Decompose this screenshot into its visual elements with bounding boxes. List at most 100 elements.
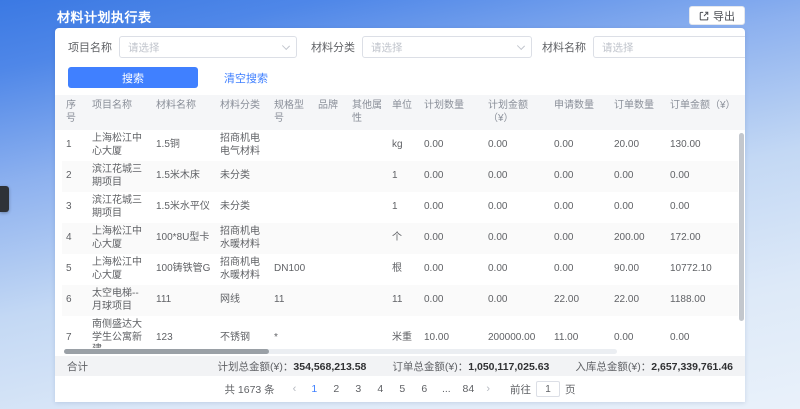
column-header: 项目名称: [88, 95, 152, 130]
filter-label: 材料分类: [311, 39, 355, 55]
goto-page: 前往 页: [510, 381, 576, 397]
column-header: 计划金额（¥）: [484, 95, 550, 130]
next-page-icon[interactable]: ›: [482, 383, 494, 395]
column-header: 品牌: [314, 95, 348, 130]
search-button[interactable]: 搜索: [68, 67, 198, 88]
page-button[interactable]: 6: [416, 383, 432, 395]
table-cell: [314, 298, 348, 304]
table-row: 1上海松江中心大厦1.5铜招商机电 电气材料kg0.000.000.0020.0…: [62, 130, 738, 161]
page-ellipsis[interactable]: ...: [438, 383, 454, 395]
column-header: 材料分类: [216, 95, 270, 130]
table-cell: 0.00: [666, 329, 738, 348]
page-button[interactable]: 84: [460, 383, 476, 395]
page-button[interactable]: 4: [372, 383, 388, 395]
column-header: 订单金额（¥）: [666, 95, 738, 130]
table-cell: 1: [62, 136, 88, 155]
page-button[interactable]: 2: [328, 383, 344, 395]
table-cell: 3: [62, 198, 88, 217]
vertical-scrollbar-thumb[interactable]: [739, 133, 744, 321]
pagination-pages: 123456... 84: [306, 383, 476, 395]
table-cell: 0.00: [550, 136, 610, 155]
table-cell: [348, 236, 388, 242]
table-cell: 根: [388, 260, 420, 279]
column-header: 计划数量: [420, 95, 484, 130]
select-placeholder: 请选择: [128, 40, 160, 55]
table-cell: 10772.10: [666, 260, 738, 279]
column-header: 申请数量: [550, 95, 610, 130]
select-placeholder: 请选择: [371, 40, 403, 55]
filter-project-name: 项目名称 请选择: [68, 36, 311, 58]
page-button[interactable]: 5: [394, 383, 410, 395]
table-cell: 不锈钢: [216, 329, 270, 348]
table-cell: [270, 143, 314, 149]
export-label: 导出: [713, 8, 735, 24]
table-cell: 111: [152, 291, 216, 310]
table-cell: 0.00: [666, 198, 738, 217]
filter-bar: 项目名称 请选择 材料分类 请选择 材料名称 请选择: [55, 28, 745, 58]
filter-label: 项目名称: [68, 39, 112, 55]
table-cell: 11: [270, 291, 314, 310]
table-cell: 4: [62, 229, 88, 248]
table-cell: 0.00: [550, 229, 610, 248]
summary-total: 计划总金额(¥)：354,568,213.58: [218, 359, 367, 374]
table-row: 4上海松江中心大厦100*8U型卡招商机电 水暖材料个0.000.000.002…: [62, 223, 738, 254]
table-cell: 1: [388, 198, 420, 217]
table-cell: 网线: [216, 291, 270, 310]
collapsed-side-widget[interactable]: [0, 186, 9, 212]
table-cell: 0.00: [484, 229, 550, 248]
page-button[interactable]: 3: [350, 383, 366, 395]
table-cell: 90.00: [610, 260, 666, 279]
table-cell: 招商机电 水暖材料: [216, 223, 270, 254]
export-button[interactable]: 导出: [689, 6, 745, 25]
table-cell: 22.00: [550, 291, 610, 310]
table-cell: [314, 205, 348, 211]
filter-material-name: 材料名称 请选择: [542, 36, 745, 58]
column-header: 订单数量: [610, 95, 666, 130]
table-cell: 0.00: [550, 260, 610, 279]
table-cell: 2: [62, 167, 88, 186]
goto-prefix: 前往: [510, 382, 531, 397]
material-name-select[interactable]: 请选择: [593, 36, 745, 58]
table-cell: DN100: [270, 260, 314, 279]
table-cell: [348, 143, 388, 149]
table-cell: 招商机电 电气材料: [216, 130, 270, 161]
pagination: 共 1673 条 ‹ 123456...84 › 前往 页: [55, 376, 745, 402]
vertical-scrollbar[interactable]: [739, 133, 744, 342]
page-button[interactable]: 1: [306, 383, 322, 395]
page-title: 材料计划执行表: [57, 7, 152, 26]
table-cell: 0.00: [420, 198, 484, 217]
table-cell: 1.5米木床: [152, 167, 216, 186]
table-cell: 0.00: [610, 167, 666, 186]
table-row: 6太空电梯--月球项目111网线11110.000.0022.0022.0011…: [62, 285, 738, 316]
table-cell: 11: [388, 291, 420, 310]
goto-page-input[interactable]: [536, 381, 560, 397]
table-cell: 未分类: [216, 167, 270, 186]
table-cell: [270, 205, 314, 211]
table-cell: [314, 335, 348, 341]
table-cell: 0.00: [550, 167, 610, 186]
material-category-select[interactable]: 请选择: [362, 36, 532, 58]
horizontal-scrollbar[interactable]: [64, 349, 617, 354]
action-bar: 搜索 清空搜索: [55, 58, 745, 95]
table-cell: 6: [62, 291, 88, 310]
table-cell: [348, 205, 388, 211]
table-cell: 1.5米水平仪: [152, 198, 216, 217]
summary-label: 合计: [67, 359, 88, 374]
column-header: 单位: [388, 95, 420, 130]
clear-search-link[interactable]: 清空搜索: [224, 70, 268, 86]
table-cell: [314, 174, 348, 180]
summary-totals: 计划总金额(¥)：354,568,213.58订单总金额(¥)：1,050,11…: [218, 359, 733, 374]
table-cell: 200.00: [610, 229, 666, 248]
table-cell: 5: [62, 260, 88, 279]
project-name-select[interactable]: 请选择: [119, 36, 297, 58]
table-cell: 172.00: [666, 229, 738, 248]
table-row: 7南侧盛达大学生公寓新建123不锈钢*米重10.00200000.0011.00…: [62, 316, 738, 348]
goto-suffix: 页: [565, 382, 576, 397]
filter-label: 材料名称: [542, 39, 586, 55]
table-cell: 0.00: [484, 167, 550, 186]
export-icon: [699, 11, 709, 21]
table-cell: [348, 174, 388, 180]
prev-page-icon[interactable]: ‹: [289, 383, 301, 395]
horizontal-scrollbar-thumb[interactable]: [64, 349, 269, 354]
table-cell: 100*8U型卡: [152, 229, 216, 248]
